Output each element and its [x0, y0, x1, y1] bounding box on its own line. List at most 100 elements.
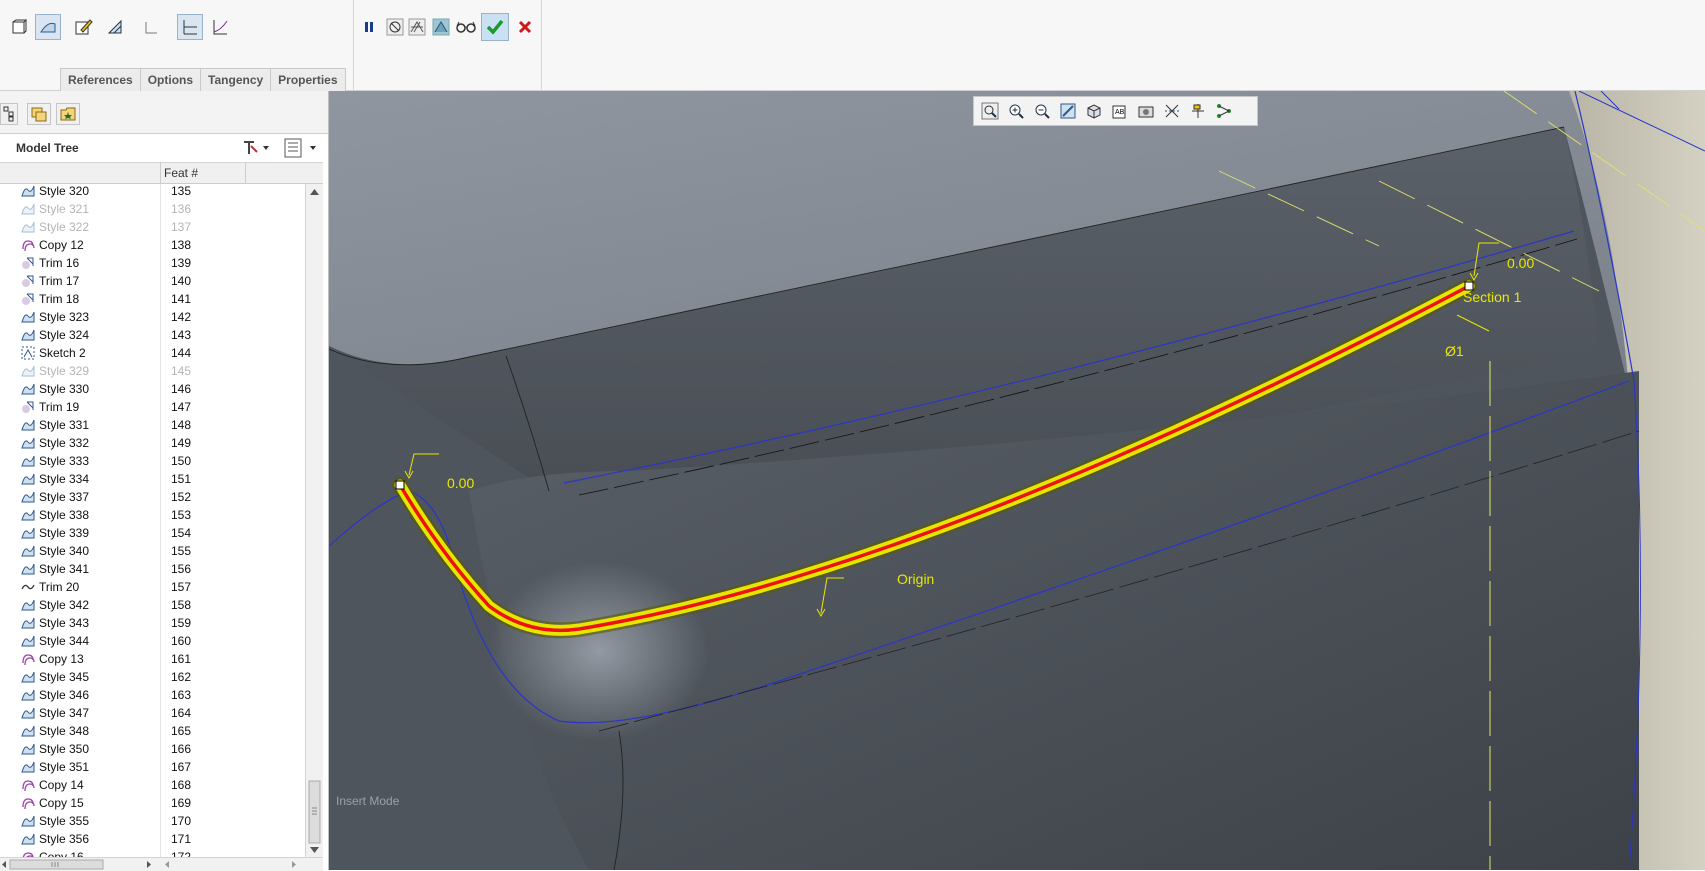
tree-vertical-scrollbar[interactable] [305, 184, 323, 858]
thicken-icon[interactable] [138, 14, 164, 40]
glasses-verify-icon[interactable] [453, 14, 479, 40]
sweep-surface-icon[interactable] [35, 14, 61, 40]
zoom-in-icon[interactable] [1003, 99, 1029, 123]
tree-row[interactable]: Style 351 167 [0, 758, 305, 776]
tree-settings-icon[interactable] [241, 138, 271, 161]
tree-row[interactable]: Style 337 152 [0, 488, 305, 506]
tab-tangency[interactable]: Tangency [200, 68, 272, 91]
spin-center-icon[interactable] [1185, 99, 1211, 123]
tree-row[interactable]: Style 342 158 [0, 596, 305, 614]
view-orient-icon[interactable] [1081, 99, 1107, 123]
ok-checkmark-icon[interactable] [481, 13, 509, 41]
preview-shaded-icon[interactable] [428, 14, 454, 40]
style-icon [21, 310, 35, 324]
end-dimension-label[interactable]: 0.00 [1507, 255, 1534, 271]
tree-row[interactable]: Style 346 163 [0, 686, 305, 704]
tree-row-name: Style 323 [39, 310, 90, 324]
tree-row-name: Style 341 [39, 562, 90, 576]
tree-row[interactable]: Style 344 160 [0, 632, 305, 650]
tree-row[interactable]: Trim 19 147 [0, 398, 305, 416]
folder-browser-tab-icon[interactable] [27, 103, 51, 125]
graphics-viewport[interactable]: 0.00 0.00 Origin Section 1 Ø1 [329, 91, 1705, 870]
section-label[interactable]: Section 1 [1463, 289, 1521, 305]
tree-row[interactable]: Style 345 162 [0, 668, 305, 686]
tree-row[interactable]: Copy 14 168 [0, 776, 305, 794]
tree-row[interactable]: Style 356 171 [0, 830, 305, 848]
tree-row[interactable]: Style 332 149 [0, 434, 305, 452]
tree-row[interactable]: Style 341 156 [0, 560, 305, 578]
sketch-edit-icon[interactable] [71, 14, 97, 40]
zoom-out-icon[interactable] [1029, 99, 1055, 123]
tree-row[interactable]: Style 320 135 [0, 184, 305, 200]
favorites-tab-icon[interactable] [56, 103, 80, 125]
tree-row-feat: 162 [171, 670, 192, 684]
model-tree-tab-icon[interactable] [0, 103, 18, 125]
tree-row-name: Style 321 [39, 202, 90, 216]
tree-row[interactable]: Sketch 2 144 [0, 344, 305, 362]
diameter-label[interactable]: Ø1 [1445, 343, 1464, 359]
feat-column-header[interactable]: Feat # [164, 166, 198, 180]
show-menu-icon[interactable] [284, 138, 318, 161]
tree-row[interactable]: Trim 20 157 [0, 578, 305, 596]
display-style-icon[interactable] [1133, 99, 1159, 123]
tree-row[interactable]: Trim 18 141 [0, 290, 305, 308]
repaint-icon[interactable] [1055, 99, 1081, 123]
tree-row-name: Style 340 [39, 544, 90, 558]
style-icon [21, 544, 35, 558]
preview-mesh-icon[interactable] [404, 14, 430, 40]
tree-row[interactable]: Style 355 170 [0, 812, 305, 830]
pause-icon[interactable] [356, 14, 382, 40]
tree-row[interactable]: Style 348 165 [0, 722, 305, 740]
tree-row[interactable]: Style 334 151 [0, 470, 305, 488]
tree-row[interactable]: Style 338 153 [0, 506, 305, 524]
tree-row-feat: 139 [171, 256, 192, 270]
tree-row[interactable]: Style 324 143 [0, 326, 305, 344]
tree-row-feat: 140 [171, 274, 192, 288]
tree-row-feat: 161 [171, 652, 192, 666]
trim-icon [21, 400, 35, 414]
tree-row[interactable]: Trim 16 139 [0, 254, 305, 272]
tree-row[interactable]: Copy 12 138 [0, 236, 305, 254]
style-icon [21, 688, 35, 702]
tree-row[interactable]: Style 329 145 [0, 362, 305, 380]
start-dimension-label[interactable]: 0.00 [447, 475, 474, 491]
tree-row-name: Sketch 2 [39, 346, 86, 360]
origin-label[interactable]: Origin [897, 571, 934, 587]
tree-row[interactable]: Style 350 166 [0, 740, 305, 758]
tree-row[interactable]: Style 330 146 [0, 380, 305, 398]
constant-section-icon[interactable] [177, 14, 203, 40]
tree-row[interactable]: Style 331 148 [0, 416, 305, 434]
sweep-solid-icon[interactable] [6, 14, 32, 40]
sketch-icon [21, 346, 35, 360]
tree-row-feat: 164 [171, 706, 192, 720]
cancel-x-icon[interactable] [512, 14, 538, 40]
tab-properties[interactable]: Properties [270, 68, 346, 91]
tree-column-header: Feat # [0, 163, 323, 184]
tree-row[interactable]: Style 321 136 [0, 200, 305, 218]
tree-row[interactable]: Style 322 137 [0, 218, 305, 236]
tab-references[interactable]: References [60, 68, 141, 91]
saved-views-icon[interactable]: AB [1107, 99, 1133, 123]
tree-row[interactable]: Copy 15 169 [0, 794, 305, 812]
navigator-panel: Model Tree Feat # Style 320 135 Style 321 1… [0, 91, 329, 871]
annotation-display-icon[interactable] [1211, 99, 1237, 123]
style-icon [21, 706, 35, 720]
trim-icon [21, 292, 35, 306]
refit-icon[interactable] [977, 99, 1003, 123]
tree-row[interactable]: Style 333 150 [0, 452, 305, 470]
remove-material-icon[interactable] [102, 14, 128, 40]
tree-row[interactable]: Trim 17 140 [0, 272, 305, 290]
variable-section-icon[interactable] [207, 14, 233, 40]
style-icon [21, 634, 35, 648]
datum-display-icon[interactable] [1159, 99, 1185, 123]
tree-row[interactable]: Copy 13 161 [0, 650, 305, 668]
tree-row[interactable]: Style 343 159 [0, 614, 305, 632]
tree-row[interactable]: Style 323 142 [0, 308, 305, 326]
tree-horizontal-scrollbar[interactable] [0, 857, 323, 871]
tab-options[interactable]: Options [139, 68, 202, 91]
tree-row[interactable]: Style 339 154 [0, 524, 305, 542]
tree-row-feat: 170 [171, 814, 192, 828]
tree-row[interactable]: Style 340 155 [0, 542, 305, 560]
tree-row-name: Style 343 [39, 616, 90, 630]
tree-row[interactable]: Style 347 164 [0, 704, 305, 722]
